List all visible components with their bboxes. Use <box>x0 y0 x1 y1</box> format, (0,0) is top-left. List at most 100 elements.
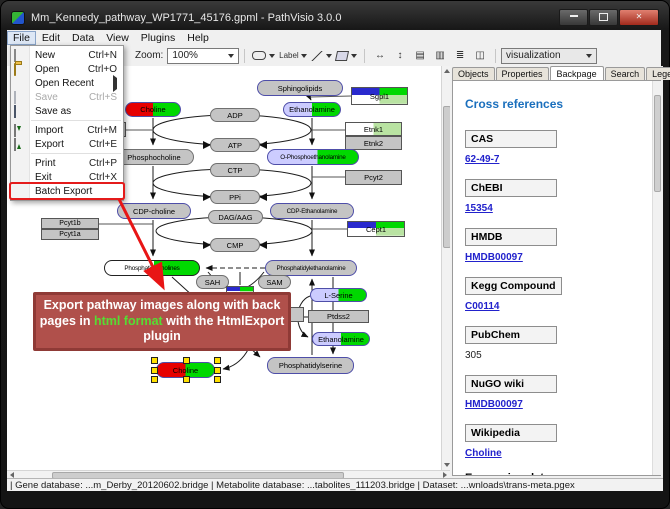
node-etnk2[interactable]: Etnk2 <box>345 136 402 150</box>
menu-item-batch-export[interactable]: Batch Export <box>11 184 123 198</box>
link-nugo[interactable]: HMDB00097 <box>465 399 660 410</box>
link-chebi[interactable]: 15354 <box>465 203 660 214</box>
node-etnk1[interactable]: Etnk1 <box>345 122 402 136</box>
node-ethanolamine-top[interactable]: Ethanolamine <box>283 102 341 117</box>
menu-plugins[interactable]: Plugins <box>135 31 181 45</box>
link-kegg[interactable]: C00114 <box>465 301 660 312</box>
node-pcyt1b[interactable]: Pcyt1b <box>41 218 99 229</box>
tab-search[interactable]: Search <box>605 67 646 80</box>
canvas-horizontal-scrollbar[interactable] <box>7 470 450 478</box>
menu-item-new[interactable]: NewCtrl+N <box>11 48 123 62</box>
menu-data[interactable]: Data <box>66 31 100 45</box>
menu-item-save: SaveCtrl+S <box>11 90 123 104</box>
menu-separator <box>31 120 121 121</box>
node-phosphatidylcholines[interactable]: Phosphatidylcholines <box>104 260 200 276</box>
zoom-label: Zoom: <box>135 50 163 61</box>
node-pcyt2[interactable]: Pcyt2 <box>345 170 402 185</box>
cross-references-heading: Cross references <box>465 97 660 111</box>
label-tool-button[interactable]: Label <box>279 48 307 64</box>
tab-legend[interactable]: Legend <box>646 67 670 80</box>
section-title-cas: CAS <box>465 130 557 148</box>
node-cmp[interactable]: CMP <box>210 238 260 252</box>
menu-item-save-as[interactable]: Save as <box>11 104 123 118</box>
file-menu-popup: NewCtrl+N OpenCtrl+O Open Recent SaveCtr… <box>10 45 124 201</box>
title-bar[interactable]: Mm_Kennedy_pathway_WP1771_45176.gpml - P… <box>7 7 663 29</box>
node-l-serine[interactable]: L-Serine <box>310 288 367 302</box>
node-dag[interactable]: DAG/AAG <box>208 210 263 224</box>
tab-objects[interactable]: Objects <box>452 67 495 80</box>
selection-handle[interactable] <box>214 357 221 364</box>
link-cas[interactable]: 62-49-7 <box>465 154 660 165</box>
node-pcyt1a[interactable]: Pcyt1a <box>41 229 99 240</box>
node-sah[interactable]: SAH <box>196 275 229 289</box>
selection-handle[interactable] <box>151 376 158 383</box>
minimize-button[interactable] <box>559 9 588 26</box>
node-cept1[interactable]: Cept1 <box>347 221 405 237</box>
selection-handle[interactable] <box>214 376 221 383</box>
node-phosphatidylserine[interactable]: Phosphatidylserine <box>267 357 354 374</box>
node-cdp-ethanolamine[interactable]: CDP-Ethanolamine <box>270 203 354 219</box>
selection-handle[interactable] <box>151 367 158 374</box>
node-choline-bottom-selected[interactable]: Choline <box>156 362 215 378</box>
menu-item-open-recent[interactable]: Open Recent <box>11 76 123 90</box>
node-ppi[interactable]: PPi <box>210 190 260 204</box>
selection-handle[interactable] <box>151 357 158 364</box>
panel-scrollbar[interactable] <box>652 81 661 475</box>
app-icon <box>11 11 25 25</box>
node-sgpl1[interactable]: Sgpl1 <box>351 87 408 105</box>
tab-properties[interactable]: Properties <box>496 67 549 80</box>
stack-horizontal-button[interactable]: ◫ <box>472 48 488 64</box>
node-sam[interactable]: SAM <box>258 275 291 289</box>
node-o-phosphoethanolamine[interactable]: O-Phosphoethanolamine <box>267 149 359 165</box>
link-hmdb[interactable]: HMDB00097 <box>465 252 660 263</box>
close-button[interactable]: ✕ <box>619 9 659 26</box>
visualization-combobox[interactable]: visualization <box>501 48 597 64</box>
node-sphingolipids[interactable]: Sphingolipids <box>257 80 343 96</box>
tab-backpage[interactable]: Backpage <box>550 66 604 81</box>
menu-file[interactable]: File <box>7 31 36 45</box>
chevron-down-icon <box>228 54 234 58</box>
node-phosphatidylethanolamine[interactable]: Phosphatidylethanolamine <box>265 260 357 276</box>
stack-vertical-button[interactable]: ≣ <box>452 48 468 64</box>
menu-item-exit[interactable]: ExitCtrl+X <box>11 170 123 184</box>
menu-view[interactable]: View <box>100 31 135 45</box>
maximize-button[interactable] <box>589 9 618 26</box>
datanode-icon <box>252 51 266 60</box>
node-phosphocholine[interactable]: Phosphocholine <box>114 149 194 165</box>
link-wikipedia[interactable]: Choline <box>465 448 660 459</box>
menu-item-open[interactable]: OpenCtrl+O <box>11 62 123 76</box>
menu-help[interactable]: Help <box>181 31 215 45</box>
menu-item-import[interactable]: ImportCtrl+M <box>11 123 123 137</box>
menu-edit[interactable]: Edit <box>36 31 66 45</box>
node-adp[interactable]: ADP <box>210 108 260 122</box>
align-vertical-center-button[interactable]: ↕ <box>392 48 408 64</box>
node-choline-top[interactable]: Choline <box>125 102 181 117</box>
selection-handle[interactable] <box>214 367 221 374</box>
canvas-vertical-scrollbar[interactable] <box>441 66 450 470</box>
annotation-callout: Export pathway images along with back pa… <box>33 292 291 351</box>
datanode-tool-button[interactable] <box>252 48 275 64</box>
selection-handle[interactable] <box>183 357 190 364</box>
zoom-combobox[interactable]: 100% <box>167 48 239 64</box>
chevron-down-icon <box>586 54 592 58</box>
line-icon <box>311 51 323 61</box>
node-ptdss2[interactable]: Ptdss2 <box>308 310 369 323</box>
menu-item-print[interactable]: PrintCtrl+P <box>11 156 123 170</box>
shape-tool-button[interactable] <box>336 48 357 64</box>
line-tool-button[interactable] <box>311 48 332 64</box>
save-icon <box>14 92 26 103</box>
scroll-thumb[interactable] <box>654 95 661 192</box>
align-top-button[interactable]: ▤ <box>412 48 428 64</box>
selection-handle[interactable] <box>183 376 190 383</box>
node-ctp[interactable]: CTP <box>210 163 260 177</box>
callout-highlight: html format <box>94 314 163 328</box>
window-title: Mm_Kennedy_pathway_WP1771_45176.gpml - P… <box>31 12 341 24</box>
align-left-button[interactable]: ▥ <box>432 48 448 64</box>
node-cdp-choline[interactable]: CDP-choline <box>117 203 191 219</box>
align-horizontal-center-button[interactable]: ↔ <box>372 48 388 64</box>
node-atp[interactable]: ATP <box>210 138 260 152</box>
shape-icon <box>335 51 349 61</box>
menu-item-export[interactable]: ExportCtrl+E <box>11 137 123 151</box>
node-ethanolamine-bottom[interactable]: Ethanolamine <box>312 332 370 346</box>
expression-data-heading: Expression data <box>465 472 660 476</box>
